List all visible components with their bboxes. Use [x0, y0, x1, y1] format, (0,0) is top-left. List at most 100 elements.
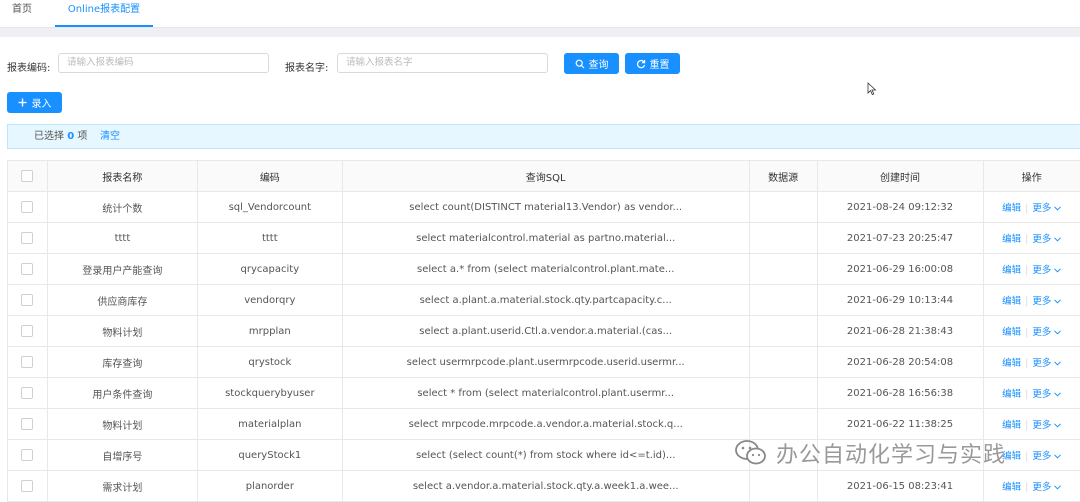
cell-actions: 编辑 | 更多 — [983, 192, 1080, 223]
cell-code: tttt — [197, 223, 342, 254]
action-separator: | — [1025, 203, 1028, 214]
tab-home[interactable]: 首页 — [12, 0, 32, 25]
selection-prefix: 已选择 — [34, 131, 64, 142]
more-label: 更多 — [1032, 296, 1051, 307]
cell-datasource — [749, 347, 817, 378]
chevron-down-icon — [1054, 237, 1061, 242]
row-checkbox[interactable] — [21, 325, 33, 337]
cell-datasource — [749, 409, 817, 440]
row-select-cell[interactable] — [8, 409, 48, 440]
row-checkbox[interactable] — [21, 480, 33, 492]
more-dropdown[interactable]: 更多 — [1032, 451, 1061, 462]
row-checkbox[interactable] — [21, 418, 33, 430]
report-code-input[interactable]: 请输入报表编码 — [58, 53, 269, 73]
table-row: 统计个数sql_Vendorcountselect count(DISTINCT… — [8, 192, 1080, 223]
cell-code: stockquerybyuser — [197, 378, 342, 409]
cell-actions: 编辑|更多 — [983, 285, 1080, 316]
row-select-cell[interactable] — [8, 254, 48, 285]
header-datasource: 数据源 — [749, 161, 817, 192]
edit-link[interactable]: 编辑 — [1002, 327, 1021, 338]
table-row: 物料计划mrpplanselect a.plant.userid.Ctl.a.v… — [8, 316, 1080, 347]
row-select-cell[interactable] — [8, 471, 48, 502]
row-checkbox[interactable] — [21, 294, 33, 306]
more-label: 更多 — [1032, 265, 1051, 276]
table-row: 供应商库存vendorqryselect a.plant.a.material.… — [8, 285, 1080, 316]
row-select-cell[interactable] — [8, 378, 48, 409]
cell-report-name: 自增序号 — [47, 440, 197, 471]
mouse-cursor-icon — [867, 82, 877, 96]
more-dropdown[interactable]: 更多 — [1032, 420, 1061, 431]
cell-report-name: 登录用户产能查询 — [47, 254, 197, 285]
clear-selection-link[interactable]: 清空 — [100, 125, 120, 148]
edit-link[interactable]: 编辑 — [1002, 420, 1021, 431]
edit-link[interactable]: 编辑 — [1002, 389, 1021, 400]
selection-count: 0 — [67, 131, 74, 142]
header-select-all[interactable] — [8, 161, 48, 192]
more-label: 更多 — [1032, 420, 1051, 431]
row-select-cell[interactable] — [8, 223, 48, 254]
table-row: 库存查询qrystockselect usermrpcode.plant.use… — [8, 347, 1080, 378]
action-separator: | — [1025, 265, 1028, 276]
more-label: 更多 — [1032, 451, 1051, 462]
cell-query-sql: select a.vendor.a.material.stock.qty.a.w… — [342, 471, 749, 502]
more-dropdown[interactable]: 更多 — [1032, 265, 1061, 276]
row-checkbox[interactable] — [21, 263, 33, 275]
cell-report-name: 物料计划 — [47, 409, 197, 440]
cell-actions: 编辑|更多 — [983, 378, 1080, 409]
row-select-cell[interactable] — [8, 316, 48, 347]
cell-query-sql: select a.* from (select materialcontrol.… — [342, 254, 749, 285]
add-report-button[interactable]: 录入 — [7, 92, 62, 113]
edit-link[interactable]: 编辑 — [1002, 296, 1021, 307]
more-label: 更多 — [1032, 327, 1051, 338]
cell-query-sql: select count(DISTINCT material13.Vendor)… — [342, 192, 749, 223]
chevron-down-icon — [1054, 330, 1061, 335]
header-query-sql: 查询SQL — [342, 161, 749, 192]
edit-link[interactable]: 编辑 — [1002, 234, 1021, 245]
row-checkbox[interactable] — [21, 201, 33, 213]
chevron-down-icon — [1054, 423, 1061, 428]
query-button[interactable]: 查询 — [564, 53, 619, 74]
cell-code: planorder — [197, 471, 342, 502]
chevron-down-icon — [1054, 454, 1061, 459]
select-all-checkbox[interactable] — [21, 170, 33, 182]
more-dropdown[interactable]: 更多 — [1032, 482, 1061, 493]
more-label: 更多 — [1032, 482, 1051, 493]
cell-query-sql: select a.plant.a.material.stock.qty.part… — [342, 285, 749, 316]
more-dropdown[interactable]: 更多 — [1032, 203, 1061, 214]
cell-query-sql: select * from (select materialcontrol.pl… — [342, 378, 749, 409]
more-dropdown[interactable]: 更多 — [1032, 234, 1061, 245]
more-dropdown[interactable]: 更多 — [1032, 358, 1061, 369]
action-separator: | — [1025, 327, 1028, 338]
wechat-logo-icon — [734, 439, 768, 467]
cell-report-name: 需求计划 — [47, 471, 197, 502]
more-dropdown[interactable]: 更多 — [1032, 389, 1061, 400]
row-select-cell[interactable] — [8, 440, 48, 471]
reset-button-label: 重置 — [650, 56, 670, 71]
more-dropdown[interactable]: 更多 — [1032, 296, 1061, 307]
reset-button[interactable]: 重置 — [625, 53, 680, 74]
edit-link[interactable]: 编辑 — [1002, 358, 1021, 369]
row-select-cell[interactable] — [8, 285, 48, 316]
search-icon — [575, 59, 585, 69]
cell-create-time: 2021-06-15 08:23:41 — [817, 471, 983, 502]
header-report-name: 报表名称 — [47, 161, 197, 192]
tab-online-report-config[interactable]: Online报表配置 — [55, 0, 153, 27]
edit-link[interactable]: 编辑 — [1002, 482, 1021, 493]
cell-code: vendorqry — [197, 285, 342, 316]
table-row: 用户条件查询stockquerybyuserselect * from (sel… — [8, 378, 1080, 409]
cell-code: qrystock — [197, 347, 342, 378]
edit-link[interactable]: 编辑 — [1002, 203, 1021, 214]
more-dropdown[interactable]: 更多 — [1032, 327, 1061, 338]
chevron-down-icon — [1054, 206, 1061, 211]
cell-report-name: tttt — [47, 223, 197, 254]
header-actions: 操作 — [983, 161, 1080, 192]
row-select-cell[interactable] — [8, 347, 48, 378]
row-select-cell[interactable] — [8, 192, 48, 223]
row-checkbox[interactable] — [21, 449, 33, 461]
row-checkbox[interactable] — [21, 387, 33, 399]
query-button-label: 查询 — [589, 56, 609, 71]
report-name-input[interactable]: 请输入报表名字 — [337, 53, 548, 73]
row-checkbox[interactable] — [21, 356, 33, 368]
row-checkbox[interactable] — [21, 232, 33, 244]
edit-link[interactable]: 编辑 — [1002, 265, 1021, 276]
